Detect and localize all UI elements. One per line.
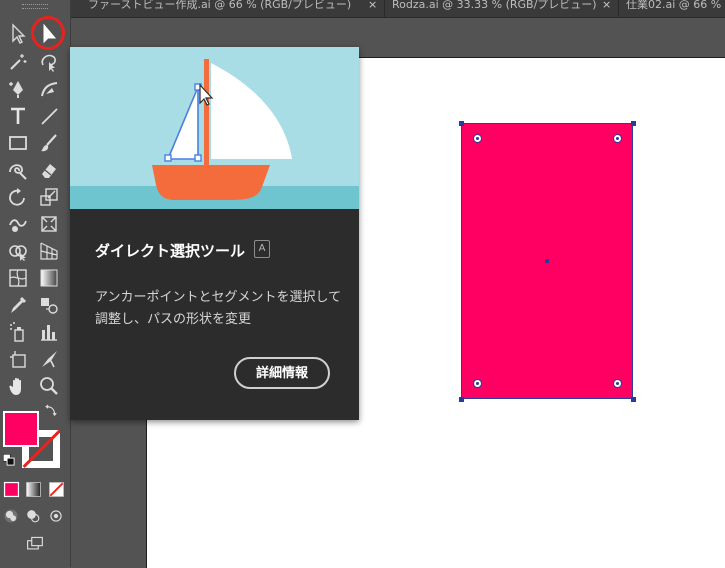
document-tab-bar: ファーストビュー作成.ai @ 66 % (RGB/プレビュー) × Rodza… [70,0,725,18]
corner-widget-icon[interactable] [613,379,622,388]
shape-builder-tool-icon[interactable] [3,239,33,263]
anchor-point-bottom-left[interactable] [459,397,464,402]
free-transform-tool-icon[interactable] [34,212,64,236]
warp-tool-icon[interactable] [3,212,33,236]
corner-widget-icon[interactable] [613,134,622,143]
center-point [545,259,549,263]
anchor-point-top-right[interactable] [631,121,636,126]
corner-widget-icon[interactable] [473,134,482,143]
hand-tool-icon[interactable] [3,374,33,398]
paintbrush-tool-icon[interactable] [34,131,64,155]
anchor-point-top-left[interactable] [459,121,464,126]
blend-tool-icon[interactable] [34,293,64,317]
artboard-tool-icon[interactable] [3,347,33,371]
learn-more-button[interactable]: 詳細情報 [234,357,330,389]
tools-panel [0,0,71,567]
document-tab-1[interactable]: ファーストビュー作成.ai @ 66 % (RGB/プレビュー) [88,0,368,17]
rotate-tool-icon[interactable] [3,185,33,209]
tool-highlight-circle [31,16,65,50]
document-tab-3[interactable]: 仕業02.ai @ 66 % (RGB/プ [626,0,725,17]
none-mode-button[interactable] [46,479,66,499]
boat-hull [152,165,270,200]
pen-tool-icon[interactable] [3,77,33,101]
mesh-tool-icon[interactable] [3,266,33,290]
rectangle-tool-icon[interactable] [3,131,33,155]
anchor-point-selected [194,154,202,162]
tab-separator [384,0,385,17]
shortcut-key-badge: A [254,240,270,258]
eyedropper-tool-icon[interactable] [3,293,33,317]
shaper-tool-icon[interactable] [3,158,33,182]
lasso-tool-icon[interactable] [34,50,64,74]
corner-widget-icon[interactable] [473,379,482,388]
tooltip-title: ダイレクト選択ツール [95,242,246,260]
document-tab-2[interactable]: Rodza.ai @ 33.33 % (RGB/プレビュー) [392,0,602,17]
gradient-mode-button[interactable] [23,479,43,499]
draw-behind-icon[interactable] [23,506,43,526]
anchor-point-bottom-right[interactable] [631,397,636,402]
column-graph-tool-icon[interactable] [34,320,64,344]
panel-grip[interactable] [22,4,48,9]
boat-mast [204,59,209,165]
tab-separator [618,0,619,17]
tooltip-description: アンカーポイントとセグメントを選択して調整し、パスの形状を変更 [95,290,342,327]
scale-tool-icon[interactable] [34,185,64,209]
magic-wand-tool-icon[interactable] [3,50,33,74]
selection-tool-icon[interactable] [3,22,33,46]
eraser-tool-icon[interactable] [34,158,64,182]
anchor-point-selected [164,154,172,162]
default-fill-stroke-icon[interactable] [1,452,17,468]
swap-fill-stroke-icon[interactable] [40,402,62,420]
perspective-grid-tool-icon[interactable] [34,239,64,263]
tool-tooltip: ダイレクト選択ツール A アンカーポイントとセグメントを選択して調整し、パスの形… [70,47,359,420]
curvature-tool-icon[interactable] [34,77,64,101]
close-icon[interactable]: × [368,0,377,10]
close-icon[interactable]: × [602,0,611,10]
zoom-tool-icon[interactable] [34,374,64,398]
color-mode-button[interactable] [1,479,21,499]
screen-mode-icon[interactable] [20,533,50,555]
type-tool-icon[interactable] [3,104,33,128]
fill-color-swatch[interactable] [3,411,39,447]
draw-normal-icon[interactable] [1,506,21,526]
symbol-sprayer-tool-icon[interactable] [3,320,33,344]
draw-inside-icon[interactable] [46,506,66,526]
line-segment-tool-icon[interactable] [34,104,64,128]
tooltip-illustration [70,47,359,209]
gradient-tool-icon[interactable] [34,266,64,290]
slice-tool-icon[interactable] [34,347,64,371]
